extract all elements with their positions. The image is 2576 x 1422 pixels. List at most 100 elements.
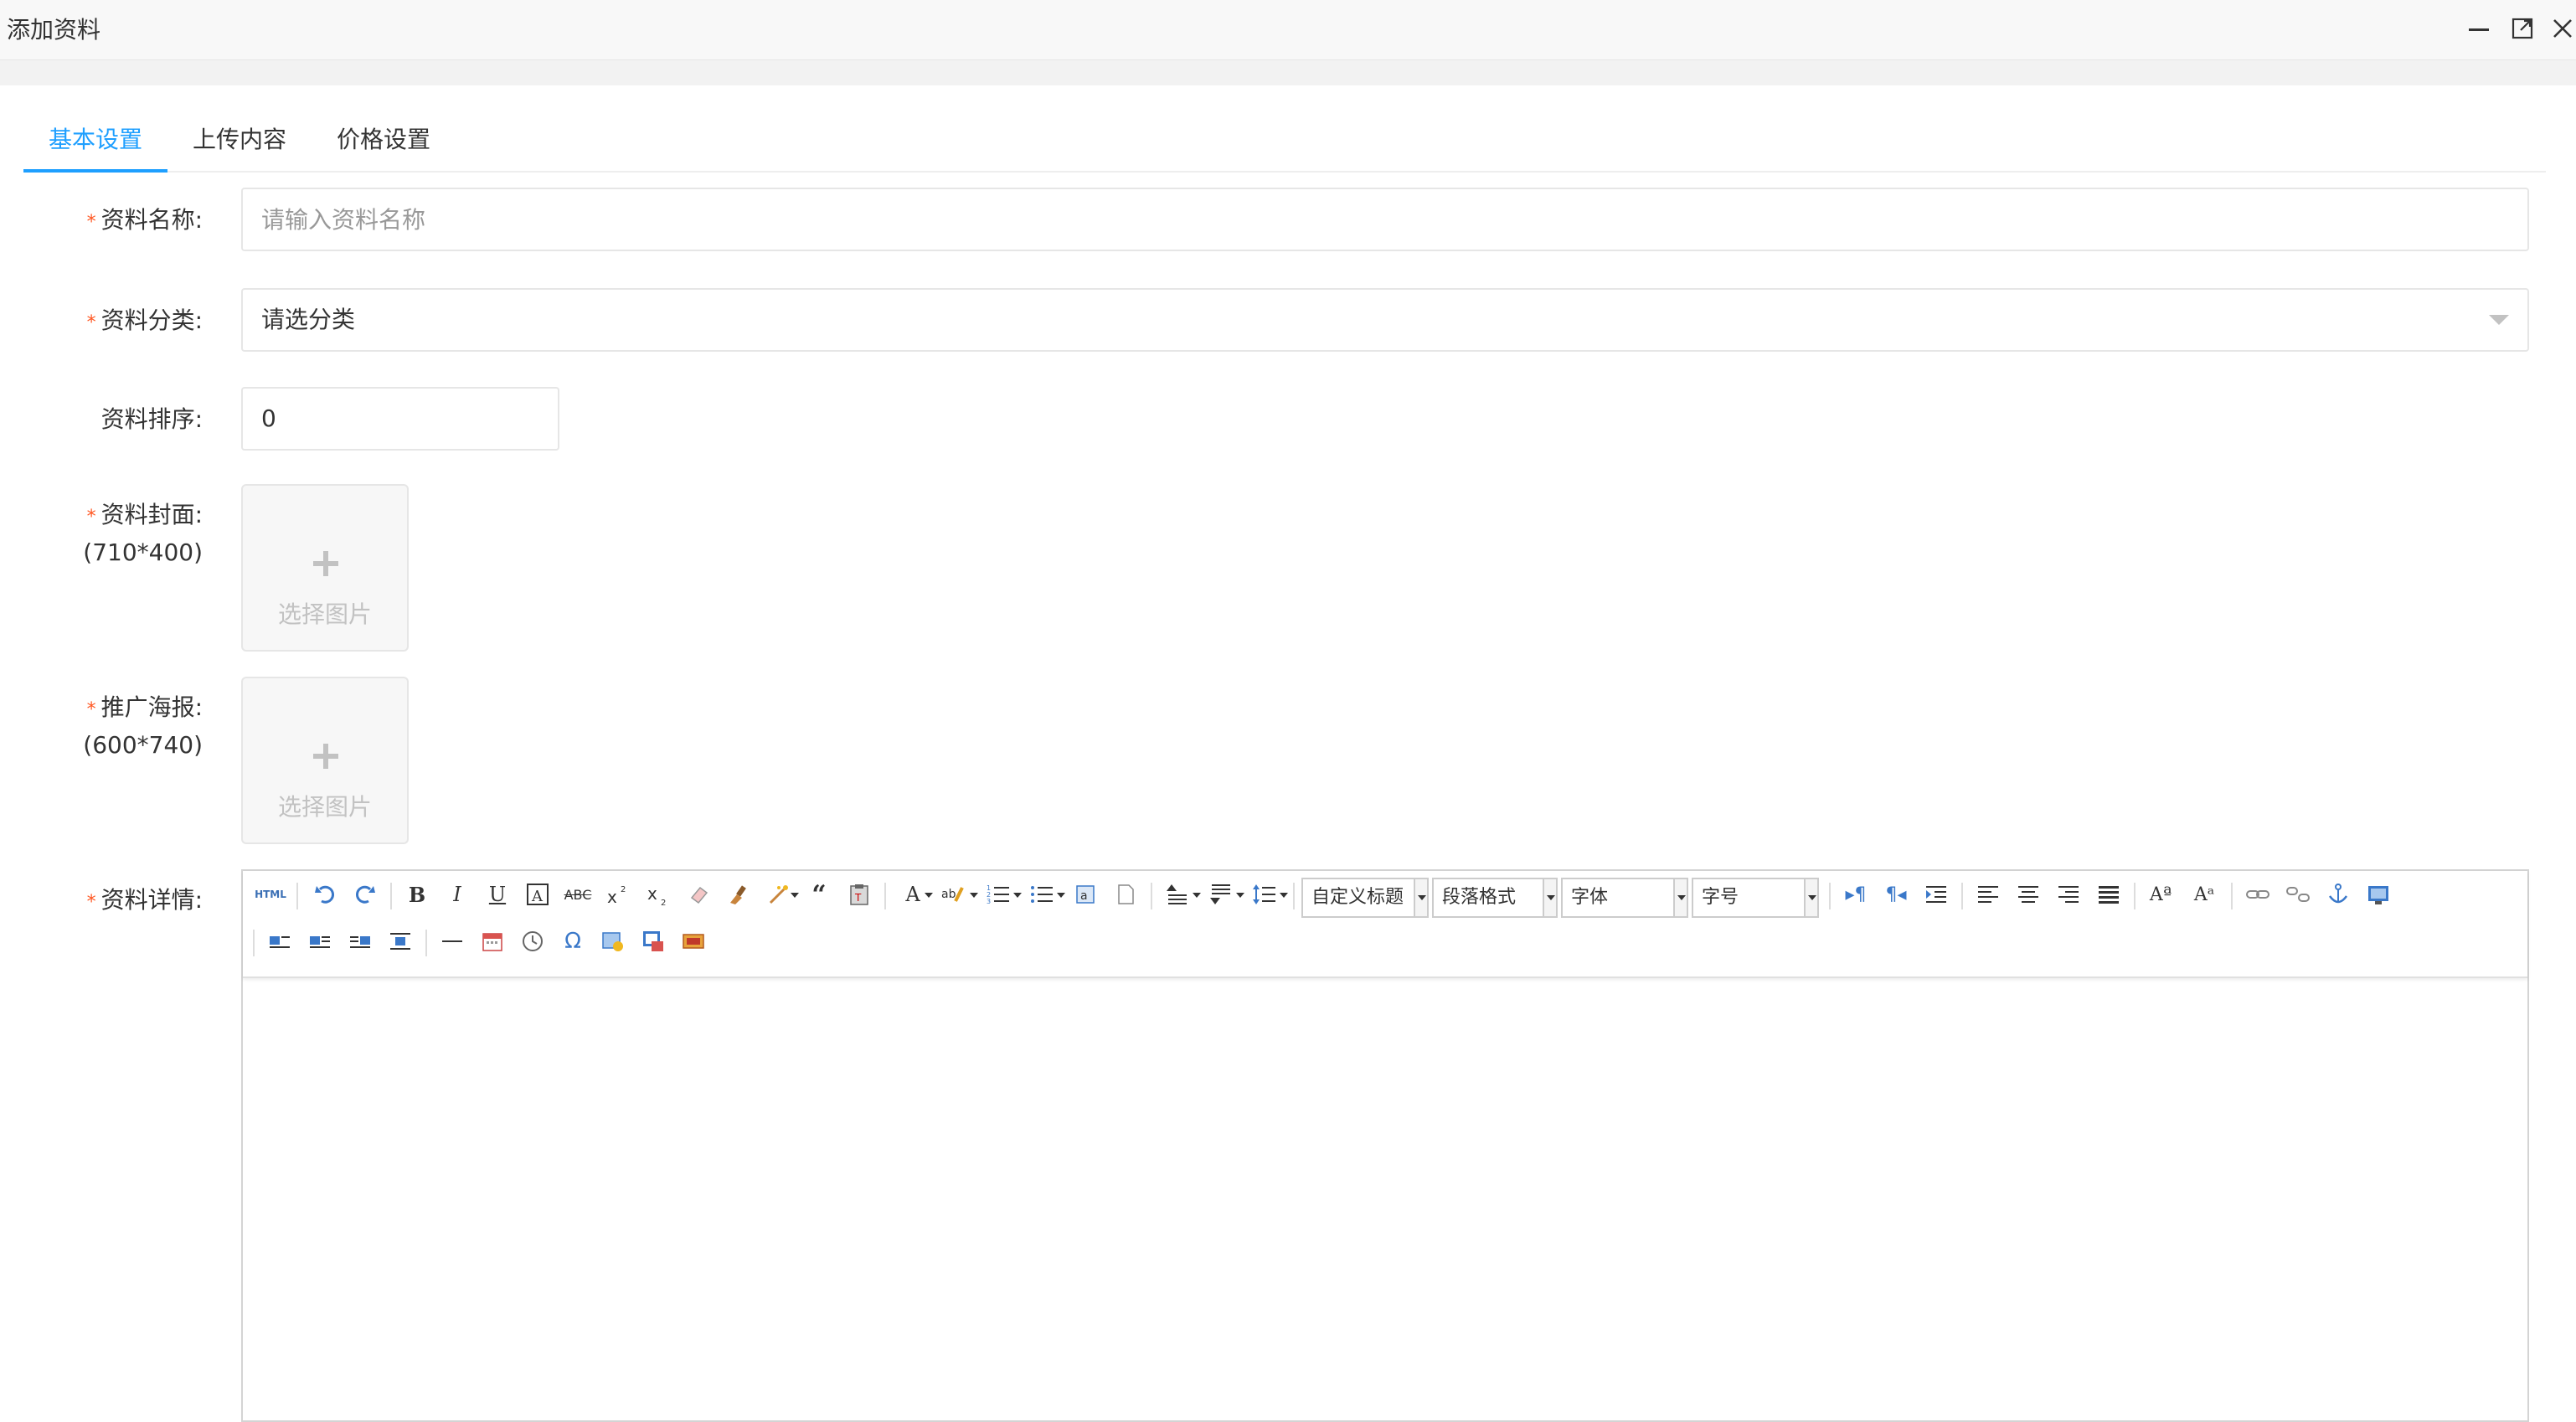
- image-center-icon[interactable]: [385, 926, 415, 956]
- svg-text:a: a: [1080, 889, 1088, 903]
- poster-label: * 推广海报: (600*740): [17, 690, 203, 763]
- rich-text-editor: HTML B I U A ABC x2 x2 “ T A ab 1 2 3 a …: [241, 869, 2529, 1422]
- svg-text:2: 2: [621, 885, 626, 894]
- date-icon[interactable]: [477, 926, 507, 956]
- svg-text:2: 2: [661, 899, 666, 906]
- svg-text:x: x: [607, 887, 617, 906]
- superscript-icon[interactable]: x2: [603, 879, 633, 909]
- name-input[interactable]: [241, 188, 2529, 251]
- sort-input[interactable]: 0: [241, 387, 559, 451]
- editor-toolbar: HTML B I U A ABC x2 x2 “ T A ab 1 2 3 a …: [243, 871, 2527, 978]
- paragraph-format-dropdown[interactable]: 段落格式: [1432, 878, 1558, 918]
- minimize-icon[interactable]: [2465, 15, 2492, 42]
- custom-title-dropdown[interactable]: 自定义标题: [1301, 878, 1429, 918]
- auto-format-icon[interactable]: [764, 879, 794, 909]
- subscript-icon[interactable]: x2: [643, 879, 673, 909]
- font-family-dropdown[interactable]: 字体: [1561, 878, 1688, 918]
- ordered-list-icon[interactable]: 123: [983, 879, 1013, 909]
- required-mark: *: [86, 312, 96, 333]
- blockquote-icon[interactable]: “: [804, 879, 834, 909]
- tab-price-settings[interactable]: 价格设置: [312, 116, 456, 173]
- editor-content-area[interactable]: [243, 980, 2527, 1422]
- insert-image-icon[interactable]: [598, 926, 628, 956]
- anchor-icon[interactable]: [2323, 879, 2353, 909]
- font-color-icon[interactable]: A: [898, 879, 928, 909]
- detail-label: * 资料详情:: [86, 886, 203, 914]
- align-justify-icon[interactable]: [2094, 879, 2124, 909]
- image-float-none-icon[interactable]: [2363, 879, 2393, 909]
- font-border-icon[interactable]: A: [523, 879, 553, 909]
- highlight-color-icon[interactable]: ab: [938, 879, 968, 909]
- source-html-icon[interactable]: HTML: [250, 879, 291, 909]
- svg-text:T: T: [854, 892, 862, 904]
- scrawl-icon[interactable]: [678, 926, 708, 956]
- format-brush-icon[interactable]: [724, 879, 754, 909]
- tab-upload-content[interactable]: 上传内容: [167, 116, 312, 173]
- cover-upload-button[interactable]: 选择图片: [241, 484, 409, 652]
- toolbar-row-1: HTML B I U A ABC x2 x2 “ T A ab 1 2 3 a …: [250, 874, 2519, 918]
- image-left-icon[interactable]: [305, 926, 335, 956]
- underline-icon[interactable]: U: [482, 879, 513, 909]
- cover-label: * 资料封面: (710*400): [17, 497, 203, 570]
- unordered-list-icon[interactable]: [1027, 879, 1057, 909]
- uppercase-icon[interactable]: Aª: [2146, 879, 2176, 909]
- paste-plain-icon[interactable]: T: [844, 879, 874, 909]
- poster-upload-button[interactable]: 选择图片: [241, 677, 409, 844]
- category-select[interactable]: 请选分类: [241, 288, 2529, 352]
- svg-text:ab: ab: [941, 888, 956, 901]
- undo-icon[interactable]: [310, 879, 340, 909]
- strikethrough-icon[interactable]: ABC: [563, 879, 593, 909]
- category-selected-value: 请选分类: [261, 306, 356, 333]
- horizontal-rule-icon[interactable]: [437, 926, 467, 956]
- row-spacing-bottom-icon[interactable]: [1206, 879, 1236, 909]
- rtl-icon[interactable]: ¶◂: [1881, 879, 1911, 909]
- word-image-icon[interactable]: [638, 926, 668, 956]
- name-label: * 资料名称:: [86, 206, 203, 234]
- window-titlebar: 添加资料: [0, 0, 2576, 60]
- indent-icon[interactable]: [1921, 879, 1951, 909]
- upload-label: 选择图片: [277, 600, 372, 628]
- upload-label: 选择图片: [277, 793, 372, 821]
- ltr-icon[interactable]: ▸¶: [1841, 879, 1871, 909]
- plus-icon: [313, 551, 338, 576]
- svg-text:3: 3: [987, 898, 991, 905]
- row-spacing-top-icon[interactable]: [1162, 879, 1193, 909]
- toolbar-row-2: Ω: [250, 921, 836, 961]
- plus-icon: [313, 744, 338, 769]
- tab-bar: 基本设置 上传内容 价格设置: [23, 116, 2546, 173]
- category-label: * 资料分类:: [86, 307, 203, 334]
- unlink-icon[interactable]: [2283, 879, 2313, 909]
- window-subbar: [0, 60, 2576, 85]
- svg-text:x: x: [647, 884, 657, 904]
- italic-icon[interactable]: I: [442, 879, 472, 909]
- redo-icon[interactable]: [350, 879, 380, 909]
- select-all-icon[interactable]: a: [1070, 879, 1100, 909]
- font-size-dropdown[interactable]: 字号: [1692, 878, 1819, 918]
- dialog-content: 基本设置 上传内容 价格设置 *资料名称: *资料分类: 请选分类 资料排序: …: [0, 85, 2576, 1422]
- required-mark: *: [86, 212, 96, 233]
- lowercase-icon[interactable]: Aᵃ: [2189, 879, 2219, 909]
- align-center-icon[interactable]: [2013, 879, 2043, 909]
- required-mark: *: [86, 507, 96, 528]
- image-right-icon[interactable]: [345, 926, 375, 956]
- tab-basic-settings[interactable]: 基本设置: [23, 116, 167, 173]
- close-icon[interactable]: [2549, 15, 2576, 42]
- align-left-icon[interactable]: [1973, 879, 2003, 909]
- maximize-icon[interactable]: [2509, 15, 2536, 42]
- special-chars-icon[interactable]: Ω: [558, 926, 588, 956]
- bold-icon[interactable]: B: [402, 879, 432, 909]
- required-mark: *: [86, 699, 96, 720]
- required-mark: *: [86, 892, 96, 913]
- window-title: 添加资料: [7, 16, 101, 44]
- align-right-icon[interactable]: [2053, 879, 2084, 909]
- line-height-icon[interactable]: [1249, 879, 1280, 909]
- poster-size-hint: (600*740): [83, 731, 203, 759]
- eraser-icon[interactable]: [683, 879, 714, 909]
- cover-size-hint: (710*400): [83, 538, 203, 566]
- time-icon[interactable]: [518, 926, 548, 956]
- clear-doc-icon[interactable]: [1110, 879, 1141, 909]
- sort-label: 资料排序:: [100, 405, 203, 433]
- image-none-icon[interactable]: [265, 926, 295, 956]
- link-icon[interactable]: [2243, 879, 2273, 909]
- svg-text:A: A: [531, 888, 544, 905]
